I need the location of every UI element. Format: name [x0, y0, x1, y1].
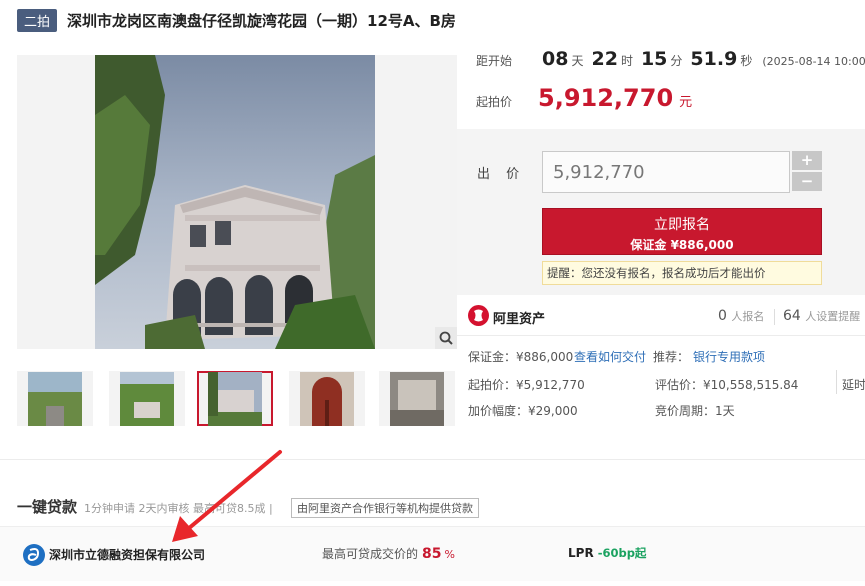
lpr-label: LPR	[568, 546, 594, 560]
bid-panel: 出 价 + − 立即报名 保证金 ¥886,000 提醒：您还没有报名，报名成功…	[457, 129, 865, 295]
start-price-value: 5,912,770	[538, 84, 674, 112]
start-price-row: 起拍价 5,912,770 元	[476, 84, 692, 114]
thumbnail[interactable]	[379, 371, 455, 426]
loan-subtitle: 1分钟申请 2天内审核 最高可贷8.5成 |	[84, 502, 273, 515]
countdown-seconds-unit: 秒	[740, 54, 753, 68]
lpr-value: -60bp起	[597, 546, 647, 560]
page-title: 深圳市龙岗区南澳盘仔径凯旋湾花园（一期）12号A、B房	[67, 11, 456, 30]
lide-logo-icon	[23, 544, 45, 566]
loan-offer-row[interactable]: 深圳市立德融资担保有限公司 最高可贷成交价的 85% LPR -60bp起	[0, 526, 865, 581]
signup-button[interactable]: 立即报名 保证金 ¥886,000	[542, 208, 822, 255]
divider	[836, 370, 837, 394]
recommend-label: 推荐：	[653, 350, 690, 364]
loan-section: 一键贷款 1分钟申请 2天内审核 最高可贷8.5成 | 由阿里资产合作银行等机构…	[0, 477, 865, 585]
zoom-button[interactable]	[435, 327, 457, 349]
signup-count-value: 0	[718, 308, 727, 324]
lpr-info: LPR -60bp起	[568, 545, 646, 561]
delay-info: 延时	[842, 378, 865, 392]
thumbnail[interactable]	[109, 371, 185, 426]
loan-max-ratio: 最高可贷成交价的 85%	[322, 545, 455, 562]
main-photo[interactable]	[17, 55, 457, 349]
cycle-info: 竞价周期：1天	[655, 404, 735, 418]
title-row: 二拍 深圳市龙岗区南澳盘仔径凯旋湾花园（一期）12号A、B房	[17, 8, 456, 32]
thumbnail-strip	[17, 371, 457, 426]
countdown-hours: 22	[591, 48, 618, 70]
increase-bid-button[interactable]: +	[792, 151, 822, 170]
start-price-label: 起拍价	[476, 95, 513, 109]
loan-company-name[interactable]: 深圳市立德融资担保有限公司	[49, 546, 205, 563]
countdown-minutes: 15	[640, 48, 668, 70]
start-price-info: 起拍价：¥5,912,770	[468, 378, 585, 392]
start-price-unit: 元	[679, 95, 693, 110]
countdown-label: 距开始	[476, 54, 513, 68]
platform-row: 阿里资产 0 人报名 64 人设置提醒	[457, 296, 865, 336]
platform-name: 阿里资产	[493, 312, 546, 327]
reminder-count-value: 64	[783, 308, 801, 324]
signup-count-label: 人报名	[731, 310, 765, 323]
deposit-info: 保证金：¥886,000	[468, 350, 574, 364]
increment-info: 加价幅度：¥29,000	[468, 404, 578, 418]
thumbnail[interactable]	[289, 371, 365, 426]
villa-photo	[95, 55, 375, 349]
reminder-count: 64 人设置提醒	[783, 308, 860, 324]
countdown-days: 08	[542, 48, 569, 70]
thumbnail-active[interactable]	[197, 371, 273, 426]
countdown-seconds: 51.9	[690, 48, 738, 70]
auction-info: 阿里资产 0 人报名 64 人设置提醒 保证金：¥886,000 查看如何交付 …	[457, 296, 865, 426]
loan-max-pct-unit: %	[444, 548, 455, 561]
recommend-link[interactable]: 银行专用款项	[693, 348, 765, 365]
start-time: (2025-08-14 10:00开拍)	[762, 55, 865, 68]
bid-input[interactable]	[542, 151, 790, 193]
how-to-pay-link[interactable]: 查看如何交付	[574, 348, 646, 365]
countdown-days-unit: 天	[571, 54, 584, 68]
countdown: 距开始 08 天 22 时 15 分 51.9 秒 (2025-08-14 10…	[476, 48, 865, 74]
thumbnail[interactable]	[17, 371, 93, 426]
signup-count: 0 人报名	[718, 308, 764, 324]
signup-tip: 提醒：您还没有报名，报名成功后才能出价	[542, 261, 822, 285]
divider	[774, 309, 775, 325]
deposit-text: 保证金 ¥886,000	[630, 238, 734, 252]
alibaba-assets-logo-icon	[468, 305, 489, 326]
countdown-hours-unit: 时	[620, 54, 633, 68]
loan-provider-pill: 由阿里资产合作银行等机构提供贷款	[291, 498, 479, 518]
round-badge: 二拍	[17, 8, 58, 32]
reminder-count-label: 人设置提醒	[805, 310, 861, 323]
decrease-bid-button[interactable]: −	[792, 172, 822, 191]
loan-max-pct: 85	[422, 546, 442, 562]
loan-title: 一键贷款	[17, 498, 78, 516]
auction-page: 二拍 深圳市龙岗区南澳盘仔径凯旋湾花园（一期）12号A、B房 距开始 08 天 …	[0, 0, 865, 586]
assessed-price-info: 评估价：¥10,558,515.84	[655, 378, 799, 392]
loan-max-label: 最高可贷成交价的	[322, 547, 419, 561]
magnifier-icon	[439, 331, 453, 345]
section-divider	[0, 459, 865, 460]
signup-button-label: 立即报名	[654, 217, 710, 233]
bid-label: 出 价	[477, 167, 526, 182]
countdown-minutes-unit: 分	[670, 54, 683, 68]
